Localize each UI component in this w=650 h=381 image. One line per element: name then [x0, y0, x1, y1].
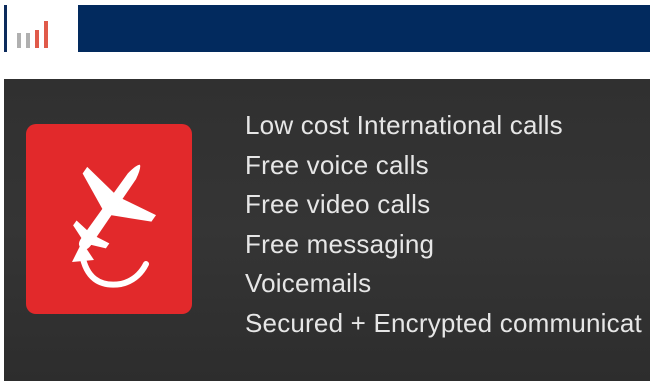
chart-thumbnail[interactable]: [4, 5, 74, 52]
feature-list: Low cost International calls Free voice …: [245, 106, 642, 343]
page: Low cost International calls Free voice …: [0, 0, 650, 381]
feature-item: Voicemails: [245, 268, 372, 298]
thumbnail-bars: [17, 21, 48, 48]
header-bar: [78, 5, 650, 52]
thumbnail-bar: [17, 33, 21, 48]
airplane-return-icon: [72, 164, 157, 288]
thumbnail-bar: [44, 21, 48, 48]
app-icon[interactable]: [26, 124, 192, 314]
app-banner: Low cost International calls Free voice …: [4, 79, 650, 381]
feature-item: Secured + Encrypted communicat: [245, 307, 642, 338]
feature-item: Free messaging: [245, 228, 435, 259]
feature-item: Free voice calls: [245, 149, 429, 180]
feature-item: Free video calls: [245, 189, 431, 219]
feature-item: Low cost International calls: [245, 110, 563, 140]
thumbnail-bar: [35, 30, 39, 48]
thumbnail-bar: [26, 33, 30, 48]
